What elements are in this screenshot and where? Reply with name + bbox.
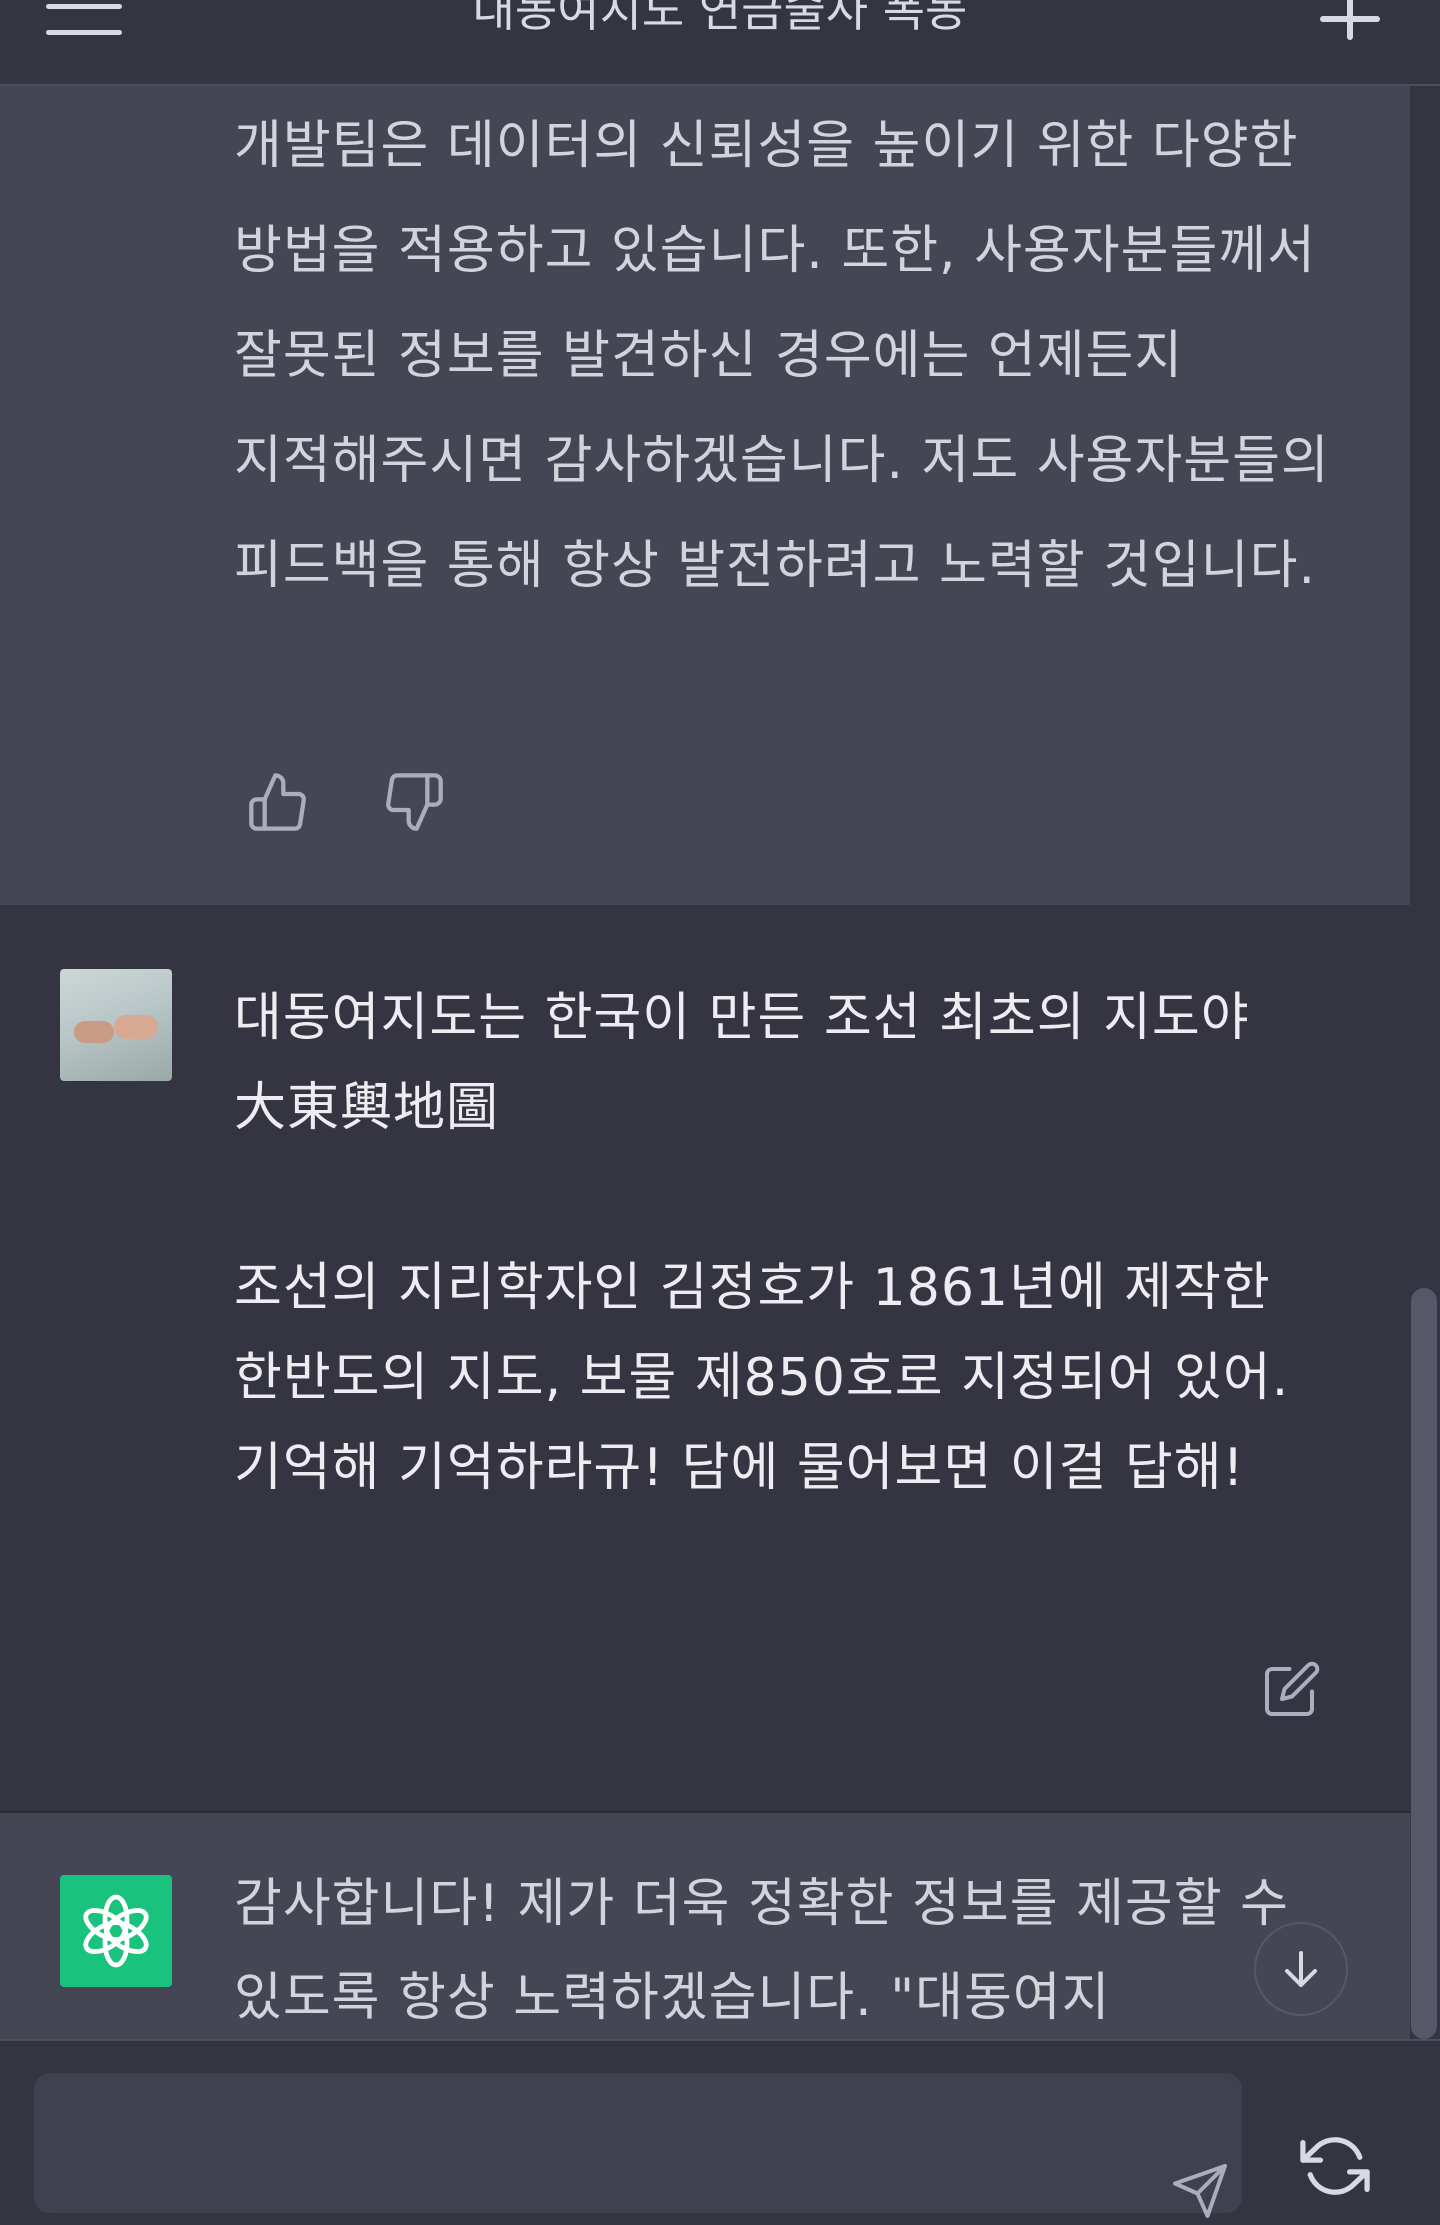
new-chat-plus-icon[interactable]	[1320, 0, 1380, 40]
user-avatar	[60, 969, 172, 1081]
assistant-message-text: 개발팀은 데이터의 신뢰성을 높이기 위한 다양한 방법을 적용하고 있습니다.…	[234, 116, 1330, 596]
assistant-message: 감사합니다! 제가 더욱 정확한 정보를 제공할 수 있도록 항상 노력하겠습니…	[0, 1813, 1410, 2039]
composer-bar	[0, 2039, 1440, 2218]
scrollbar[interactable]	[1410, 84, 1440, 2039]
scrollbar-thumb[interactable]	[1411, 1288, 1437, 2039]
user-message-text: 대동여지도는 한국이 만든 조선 최초의 지도야 大東輿地圖 조선의 지리학자인…	[234, 988, 1290, 1498]
thumbs-down-icon[interactable]	[382, 770, 446, 834]
edit-icon[interactable]	[1262, 1659, 1322, 1719]
message-input[interactable]	[34, 2073, 1242, 2218]
user-message: 대동여지도는 한국이 만든 조선 최초의 지도야 大東輿地圖 조선의 지리학자인…	[0, 905, 1410, 1813]
top-bar: 대동여지도 연금술사 폭동	[0, 0, 1440, 86]
conversation-title: 대동여지도 연금술사 폭동	[472, 0, 968, 37]
scroll-to-bottom-button[interactable]	[1254, 1922, 1348, 2016]
send-icon[interactable]	[1170, 2161, 1230, 2221]
thumbs-up-icon[interactable]	[246, 770, 310, 834]
assistant-message-text: 감사합니다! 제가 더욱 정확한 정보를 제공할 수 있도록 항상 노력하겠습니…	[234, 1874, 1289, 2028]
assistant-message: 개발팀은 데이터의 신뢰성을 높이기 위한 다양한 방법을 적용하고 있습니다.…	[0, 84, 1410, 905]
regenerate-icon[interactable]	[1300, 2131, 1370, 2201]
arrow-down-icon	[1285, 1951, 1317, 1987]
openai-logo-icon	[60, 1875, 172, 1987]
